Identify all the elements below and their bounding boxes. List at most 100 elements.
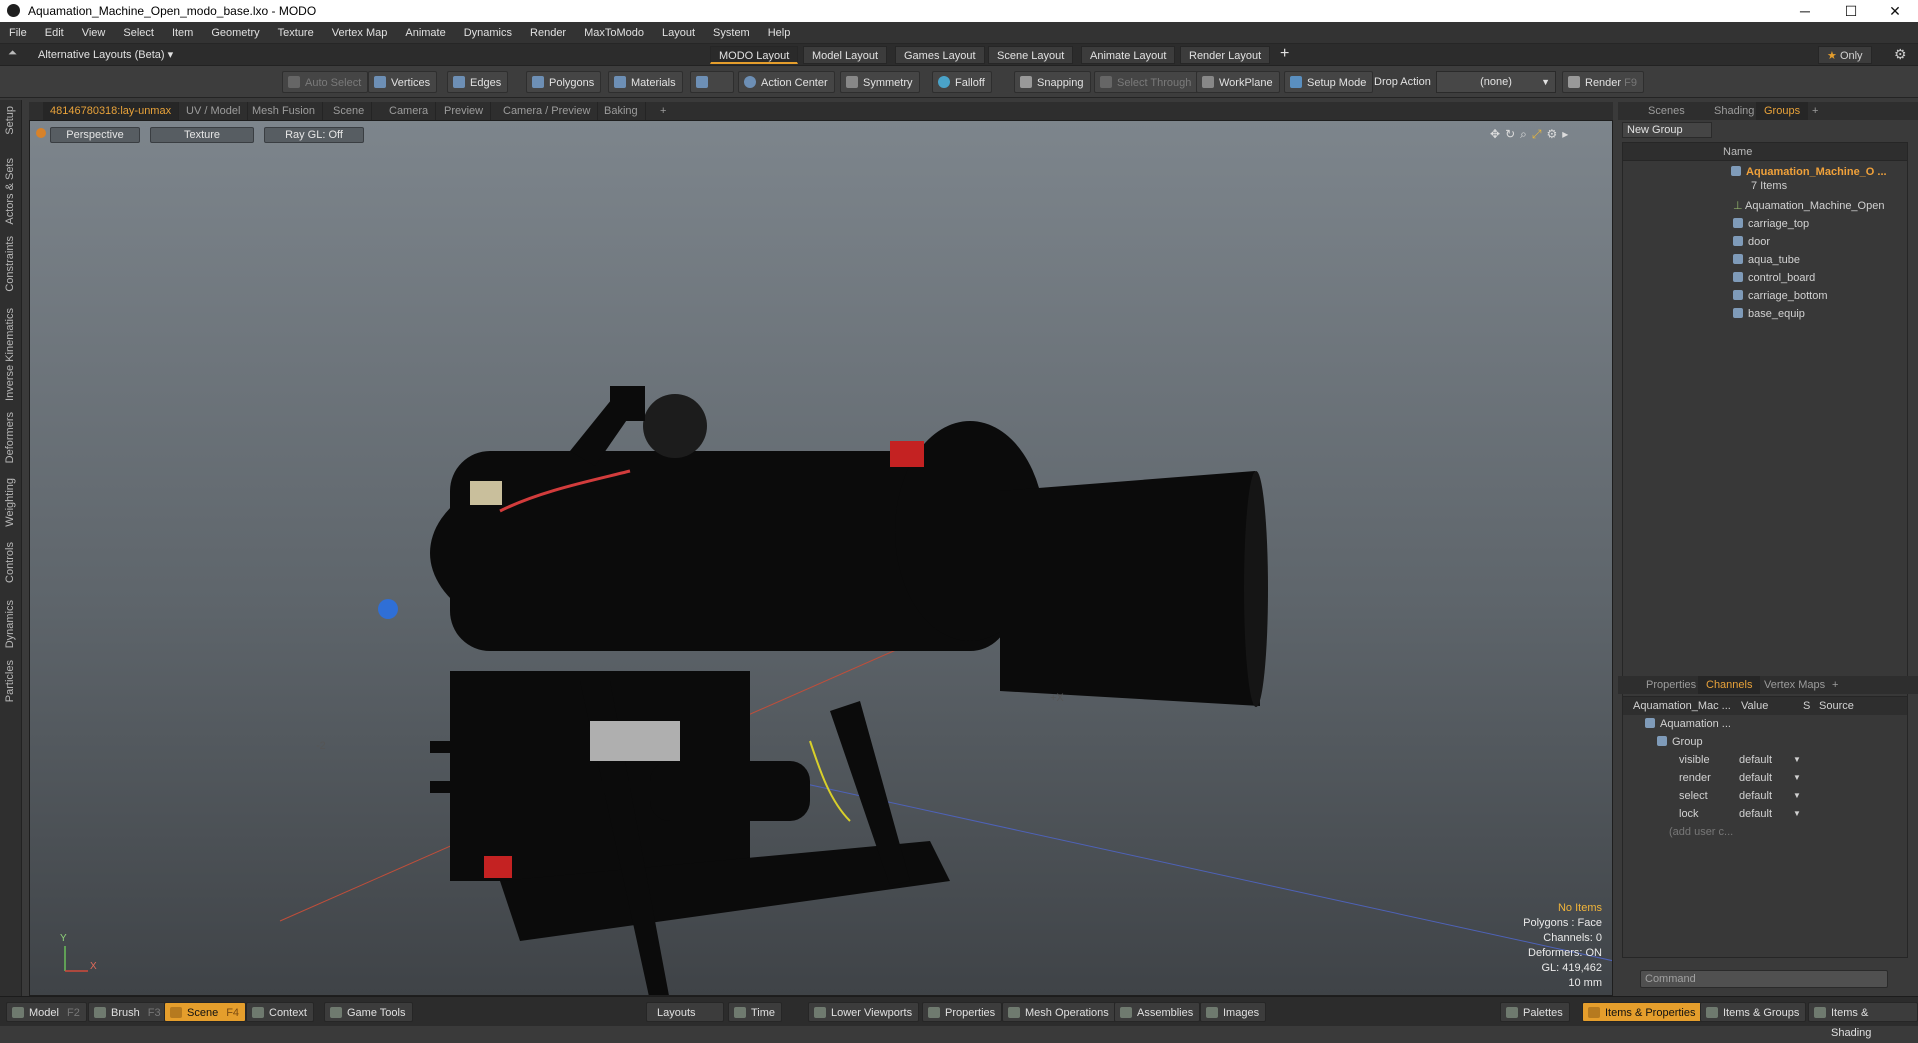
list-item[interactable]: door: [1733, 233, 1918, 251]
menu-select[interactable]: Select: [114, 22, 163, 44]
action-center-button[interactable]: Action Center: [738, 71, 835, 93]
close-button[interactable]: ✕: [1872, 0, 1918, 22]
menu-help[interactable]: Help: [759, 22, 800, 44]
strip-weighting[interactable]: Weighting: [4, 478, 16, 527]
strip-dynamics[interactable]: Dynamics: [4, 600, 16, 648]
layouts-button[interactable]: Layouts: [646, 1002, 724, 1022]
channel-value[interactable]: default: [1739, 805, 1772, 823]
strip-constraints[interactable]: Constraints: [4, 236, 16, 292]
tab-modo-layout[interactable]: MODO Layout: [710, 46, 799, 64]
minimize-button[interactable]: ─: [1782, 0, 1828, 22]
list-item[interactable]: carriage_bottom: [1733, 287, 1918, 305]
menu-item[interactable]: Item: [163, 22, 202, 44]
tab-scenes[interactable]: Scenes: [1640, 102, 1693, 120]
strip-deformers[interactable]: Deformers: [4, 412, 16, 463]
tab-games-layout[interactable]: Games Layout: [895, 46, 985, 64]
only-toggle[interactable]: ★ Only: [1818, 46, 1872, 64]
add-tab-button[interactable]: +: [653, 102, 673, 120]
list-item[interactable]: ⊥ Aquamation_Machine_Open: [1733, 197, 1918, 215]
game-tools-tab[interactable]: Game Tools: [324, 1002, 413, 1022]
tab-camera-preview[interactable]: Camera / Preview: [496, 102, 599, 120]
3d-viewport[interactable]: Perspective Texture Ray GL: Off ✥↻⌕⤢⚙▸ Y…: [29, 120, 1613, 996]
menu-geometry[interactable]: Geometry: [202, 22, 268, 44]
tab-preview[interactable]: Preview: [437, 102, 492, 120]
mesh-operations-button[interactable]: Mesh Operations: [1002, 1002, 1116, 1022]
setup-mode-button[interactable]: Setup Mode: [1284, 71, 1374, 93]
drop-action-select[interactable]: (none) ▼: [1436, 71, 1556, 93]
gear-icon[interactable]: ⚙: [1894, 46, 1907, 63]
items-groups-button[interactable]: Items & Groups: [1700, 1002, 1807, 1022]
materials-button[interactable]: Materials: [608, 71, 683, 93]
strip-inverse-kinematics[interactable]: Inverse Kinematics: [4, 308, 16, 401]
render-button[interactable]: Render F9: [1562, 71, 1644, 93]
channel-value[interactable]: default: [1739, 787, 1772, 805]
strip-actors-sets[interactable]: Actors & Sets: [4, 158, 16, 225]
palettes-button[interactable]: Palettes: [1500, 1002, 1570, 1022]
chevron-down-icon[interactable]: ▼: [1793, 751, 1801, 769]
tab-baking[interactable]: Baking: [597, 102, 646, 120]
new-group-button[interactable]: New Group: [1622, 122, 1712, 138]
tab-lay-unmax[interactable]: 48146780318:lay-unmax: [43, 102, 180, 120]
channel-root-row[interactable]: Aquamation ...: [1645, 715, 1918, 733]
channel-row[interactable]: visible default ▼: [1623, 751, 1907, 769]
tab-scene-layout[interactable]: Scene Layout: [988, 46, 1074, 64]
menu-file[interactable]: File: [0, 22, 36, 44]
tab-vertex-maps[interactable]: Vertex Maps: [1756, 676, 1833, 694]
time-button[interactable]: Time: [728, 1002, 783, 1022]
select-through-button[interactable]: Select Through: [1094, 71, 1199, 93]
scene-tab[interactable]: Scene F4: [164, 1002, 247, 1022]
transform-mode-button[interactable]: [690, 71, 734, 93]
menu-edit[interactable]: Edit: [36, 22, 73, 44]
add-user-channel[interactable]: (add user c...: [1669, 823, 1918, 841]
alt-layouts-dropdown[interactable]: Alternative Layouts (Beta) ▾: [38, 48, 173, 61]
model-tab[interactable]: Model F2: [6, 1002, 87, 1022]
add-panel-tab[interactable]: +: [1824, 676, 1846, 694]
layout-arrow-icon[interactable]: ⏶: [8, 47, 17, 60]
maximize-button[interactable]: ☐: [1828, 0, 1874, 22]
symmetry-button[interactable]: Symmetry: [840, 71, 920, 93]
tab-camera[interactable]: Camera: [382, 102, 437, 120]
channel-row[interactable]: render default ▼: [1623, 769, 1907, 787]
menu-animate[interactable]: Animate: [396, 22, 454, 44]
strip-controls[interactable]: Controls: [4, 542, 16, 583]
chevron-down-icon[interactable]: ▼: [1793, 769, 1801, 787]
tab-channels[interactable]: Channels: [1698, 676, 1761, 694]
menu-vertex-map[interactable]: Vertex Map: [323, 22, 397, 44]
tab-shading[interactable]: Shading: [1706, 102, 1762, 120]
channel-value[interactable]: default: [1739, 751, 1772, 769]
list-item[interactable]: carriage_top: [1733, 215, 1918, 233]
menu-dynamics[interactable]: Dynamics: [455, 22, 521, 44]
polygons-button[interactable]: Polygons: [526, 71, 602, 93]
vertices-button[interactable]: Vertices: [368, 71, 438, 93]
list-item[interactable]: aqua_tube: [1733, 251, 1918, 269]
add-layout-button[interactable]: +: [1280, 45, 1289, 63]
tab-model-layout[interactable]: Model Layout: [803, 46, 888, 64]
tab-uv-model[interactable]: UV / Model: [179, 102, 249, 120]
channel-row[interactable]: lock default ▼: [1623, 805, 1907, 823]
brush-tab[interactable]: Brush F3: [88, 1002, 168, 1022]
falloff-button[interactable]: Falloff: [932, 71, 992, 93]
channel-value[interactable]: default: [1739, 769, 1772, 787]
menu-render[interactable]: Render: [521, 22, 575, 44]
tab-properties[interactable]: Properties: [1638, 676, 1704, 694]
chevron-down-icon[interactable]: ▼: [1793, 787, 1801, 805]
items-properties-button[interactable]: Items & Properties: [1582, 1002, 1703, 1022]
chevron-down-icon[interactable]: ▼: [1793, 805, 1801, 823]
items-shading-button[interactable]: Items & Shading: [1808, 1002, 1918, 1039]
list-item[interactable]: control_board: [1733, 269, 1918, 287]
assemblies-button[interactable]: Assemblies: [1114, 1002, 1201, 1022]
auto-select-button[interactable]: Auto Select: [282, 71, 369, 93]
tab-mesh-fusion[interactable]: Mesh Fusion: [245, 102, 323, 120]
menu-layout[interactable]: Layout: [653, 22, 704, 44]
add-panel-tab[interactable]: +: [1804, 102, 1826, 120]
tab-render-layout[interactable]: Render Layout: [1180, 46, 1271, 64]
tab-groups[interactable]: Groups: [1756, 102, 1809, 120]
channel-row[interactable]: select default ▼: [1623, 787, 1907, 805]
snapping-button[interactable]: Snapping: [1014, 71, 1091, 93]
channel-group-row[interactable]: Group: [1657, 733, 1918, 751]
menu-texture[interactable]: Texture: [269, 22, 323, 44]
menu-system[interactable]: System: [704, 22, 759, 44]
group-row[interactable]: Aquamation_Machine_O ... 7 Items: [1623, 165, 1907, 195]
strip-setup[interactable]: Setup: [4, 106, 16, 135]
edges-button[interactable]: Edges: [447, 71, 509, 93]
